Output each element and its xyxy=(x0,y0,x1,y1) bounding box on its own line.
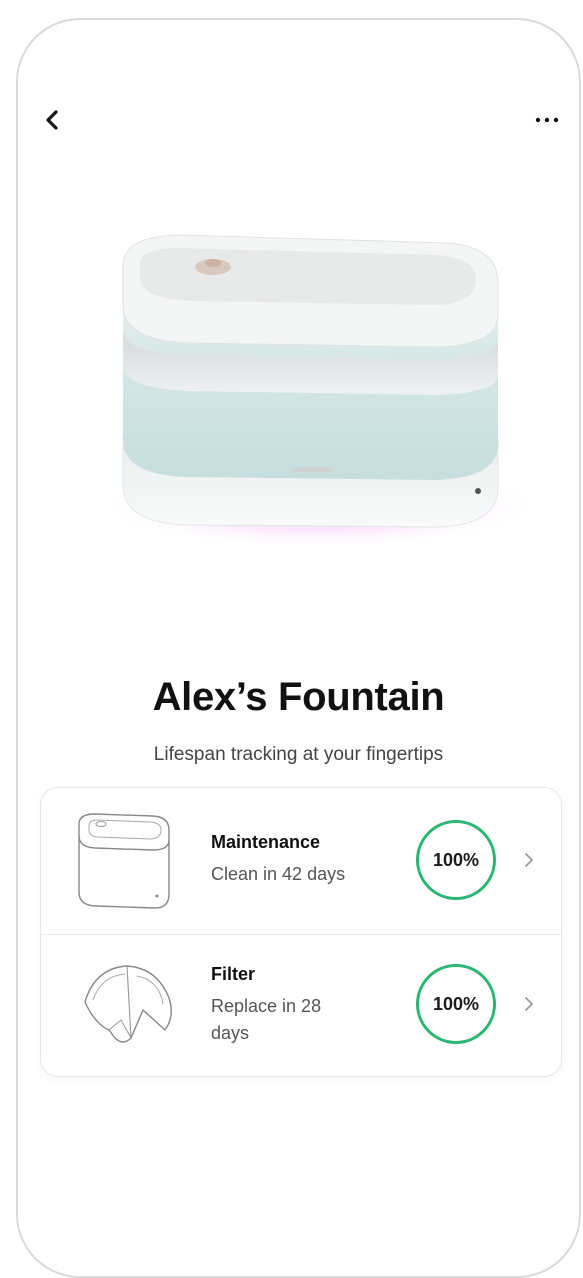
maintenance-percent-label: 100% xyxy=(432,849,480,870)
more-horizontal-icon xyxy=(535,117,559,123)
filter-row[interactable]: Filter Replace in 28 days 100% xyxy=(41,934,561,1076)
maintenance-row[interactable]: Maintenance Clean in 42 days 100% xyxy=(41,788,561,935)
filter-percent-label: 100% xyxy=(432,993,480,1014)
chevron-right-icon xyxy=(525,997,533,1011)
more-options-button[interactable] xyxy=(529,104,565,136)
lifespan-card: Maintenance Clean in 42 days 100% Filter… xyxy=(40,787,562,1077)
filter-percent-ring: 100% xyxy=(416,964,496,1044)
back-button[interactable] xyxy=(38,104,66,136)
maintenance-percent-ring: 100% xyxy=(416,820,496,900)
chevron-left-icon xyxy=(46,110,58,130)
device-tagline: Lifespan tracking at your fingertips xyxy=(153,744,444,765)
maintenance-text: Maintenance Clean in 42 days xyxy=(211,832,391,888)
fountain-product-image xyxy=(98,234,538,549)
phone-frame: Alex’s Fountain Lifespan tracking at you… xyxy=(16,18,581,1278)
device-name: Alex’s Fountain xyxy=(152,675,445,719)
filter-subtitle: Replace in 28 days xyxy=(211,996,322,1043)
filter-title: Filter xyxy=(211,964,256,984)
filter-text: Filter Replace in 28 days xyxy=(211,964,341,1047)
maintenance-title: Maintenance xyxy=(211,832,321,852)
fountain-outline-icon xyxy=(78,813,170,909)
chevron-right-icon xyxy=(525,853,533,867)
filter-outline-icon xyxy=(84,965,172,1043)
maintenance-subtitle: Clean in 42 days xyxy=(211,864,346,884)
